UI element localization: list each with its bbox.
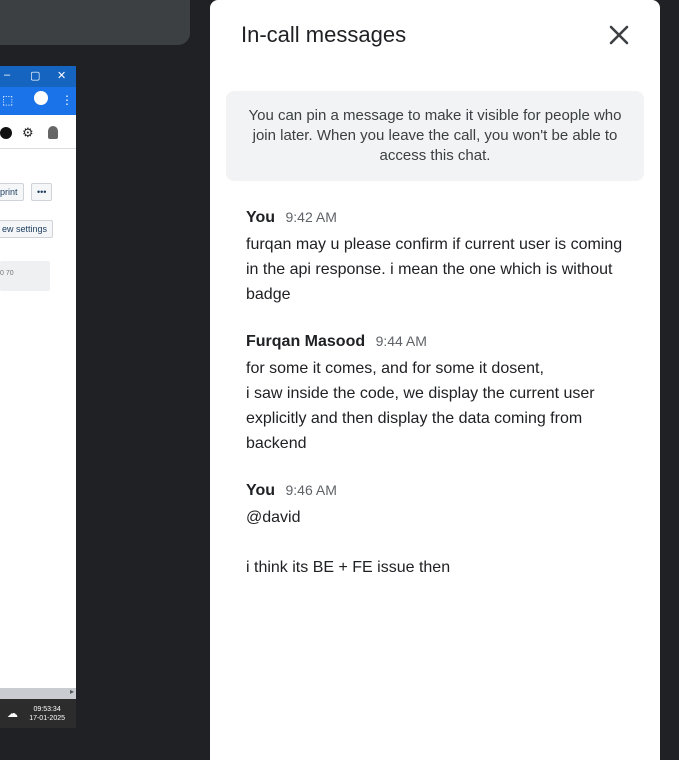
maximize-icon: ▢ [30, 70, 41, 82]
help-icon [0, 127, 12, 139]
avatar [48, 126, 58, 139]
in-call-messages-panel: In-call messages You can pin a message t… [210, 0, 660, 760]
message-sender: You [246, 482, 276, 499]
message-text: for some it comes, and for some it dosen… [246, 360, 595, 452]
pin-info-notice: You can pin a message to make it visible… [226, 91, 644, 181]
window-title-bar: – ▢ ✕ [0, 66, 76, 87]
taskbar-date: 17-01-2025 [29, 715, 65, 722]
message-time: 9:44 AM [375, 333, 427, 349]
message-header: You 9:42 AM [246, 207, 638, 228]
browser-toolbar: ⬚ ⋮ [0, 87, 76, 115]
app-toolbar: ⚙ [0, 118, 76, 149]
minimize-icon: – [4, 69, 11, 81]
shared-screen-top-bar [0, 0, 190, 45]
taskbar-clock: 09:53:34 17-01-2025 [29, 705, 65, 723]
more-vertical-icon: ⋮ [61, 93, 73, 107]
profile-icon [34, 91, 48, 105]
close-button[interactable] [604, 20, 634, 50]
message-sender: You [246, 209, 276, 226]
message-time: 9:42 AM [285, 209, 337, 225]
message-time: 9:46 AM [285, 482, 337, 498]
message-header: You 9:46 AM [246, 480, 638, 501]
scroll-right-icon: ▸ [69, 687, 74, 696]
chat-message: You 9:42 AM furqan may u please confirm … [246, 207, 638, 307]
close-window-icon: ✕ [57, 70, 67, 82]
message-text: @david i think its BE + FE issue then [246, 509, 451, 576]
print-chip: print [0, 183, 24, 201]
message-header: Furqan Masood 9:44 AM [246, 331, 638, 352]
shared-screen-window: – ▢ ✕ ⬚ ⋮ ⚙ print ••• ew settings 0 70 ▸… [0, 66, 76, 728]
view-settings-chip: ew settings [0, 220, 54, 238]
horizontal-scrollbar: ▸ [0, 687, 76, 699]
taskbar-app-icon: ☁ [7, 708, 18, 720]
panel-title: In-call messages [241, 22, 407, 47]
card-text: 0 70 [0, 270, 14, 277]
gear-icon: ⚙ [22, 125, 34, 140]
chat-message: Furqan Masood 9:44 AM for some it comes,… [246, 331, 638, 456]
close-icon [609, 25, 629, 45]
chat-message: You 9:46 AM @david i think its BE + FE i… [246, 480, 638, 580]
taskbar: ☁ 09:53:34 17-01-2025 [0, 699, 76, 728]
content-card: 0 70 [0, 261, 50, 291]
extensions-icon: ⬚ [2, 93, 14, 107]
message-sender: Furqan Masood [246, 333, 366, 350]
taskbar-time: 09:53:34 [33, 706, 61, 713]
more-chip: ••• [31, 183, 53, 201]
message-text: furqan may u please confirm if current u… [246, 236, 623, 303]
